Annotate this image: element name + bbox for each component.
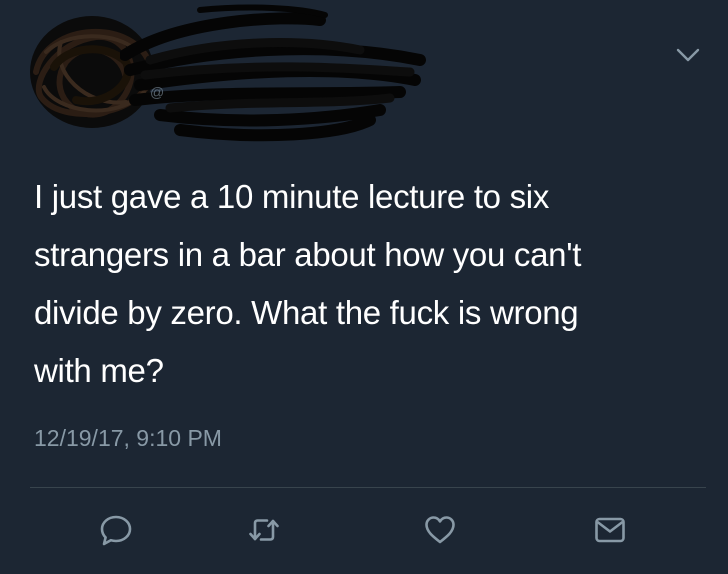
- tweet-text: I just gave a 10 minute lecture to six s…: [34, 168, 704, 400]
- retweet-button[interactable]: [244, 510, 284, 550]
- tweet-card: @ I just gave a 10 minute lecture to six…: [0, 0, 728, 574]
- like-button[interactable]: [420, 510, 460, 550]
- tweet-text-line: divide by zero. What the fuck is wrong: [34, 294, 579, 331]
- redaction-scribble: [120, 4, 426, 142]
- retweet-icon: [249, 519, 279, 541]
- tweet-text-line: I just gave a 10 minute lecture to six: [34, 178, 550, 215]
- message-icon: [595, 517, 625, 543]
- tweet-text-line: with me?: [34, 352, 164, 389]
- like-icon: [425, 516, 455, 544]
- handle-hint: @: [150, 84, 165, 100]
- tweet-timestamp[interactable]: 12/19/17, 9:10 PM: [34, 425, 222, 452]
- divider: [30, 487, 706, 488]
- reply-icon: [100, 515, 132, 546]
- tweet-header: @: [0, 0, 728, 150]
- reply-button[interactable]: [96, 510, 136, 550]
- tweet-text-line: strangers in a bar about how you can't: [34, 236, 582, 273]
- action-bar: [0, 500, 728, 560]
- chevron-down-icon[interactable]: [675, 45, 701, 65]
- direct-message-button[interactable]: [590, 510, 630, 550]
